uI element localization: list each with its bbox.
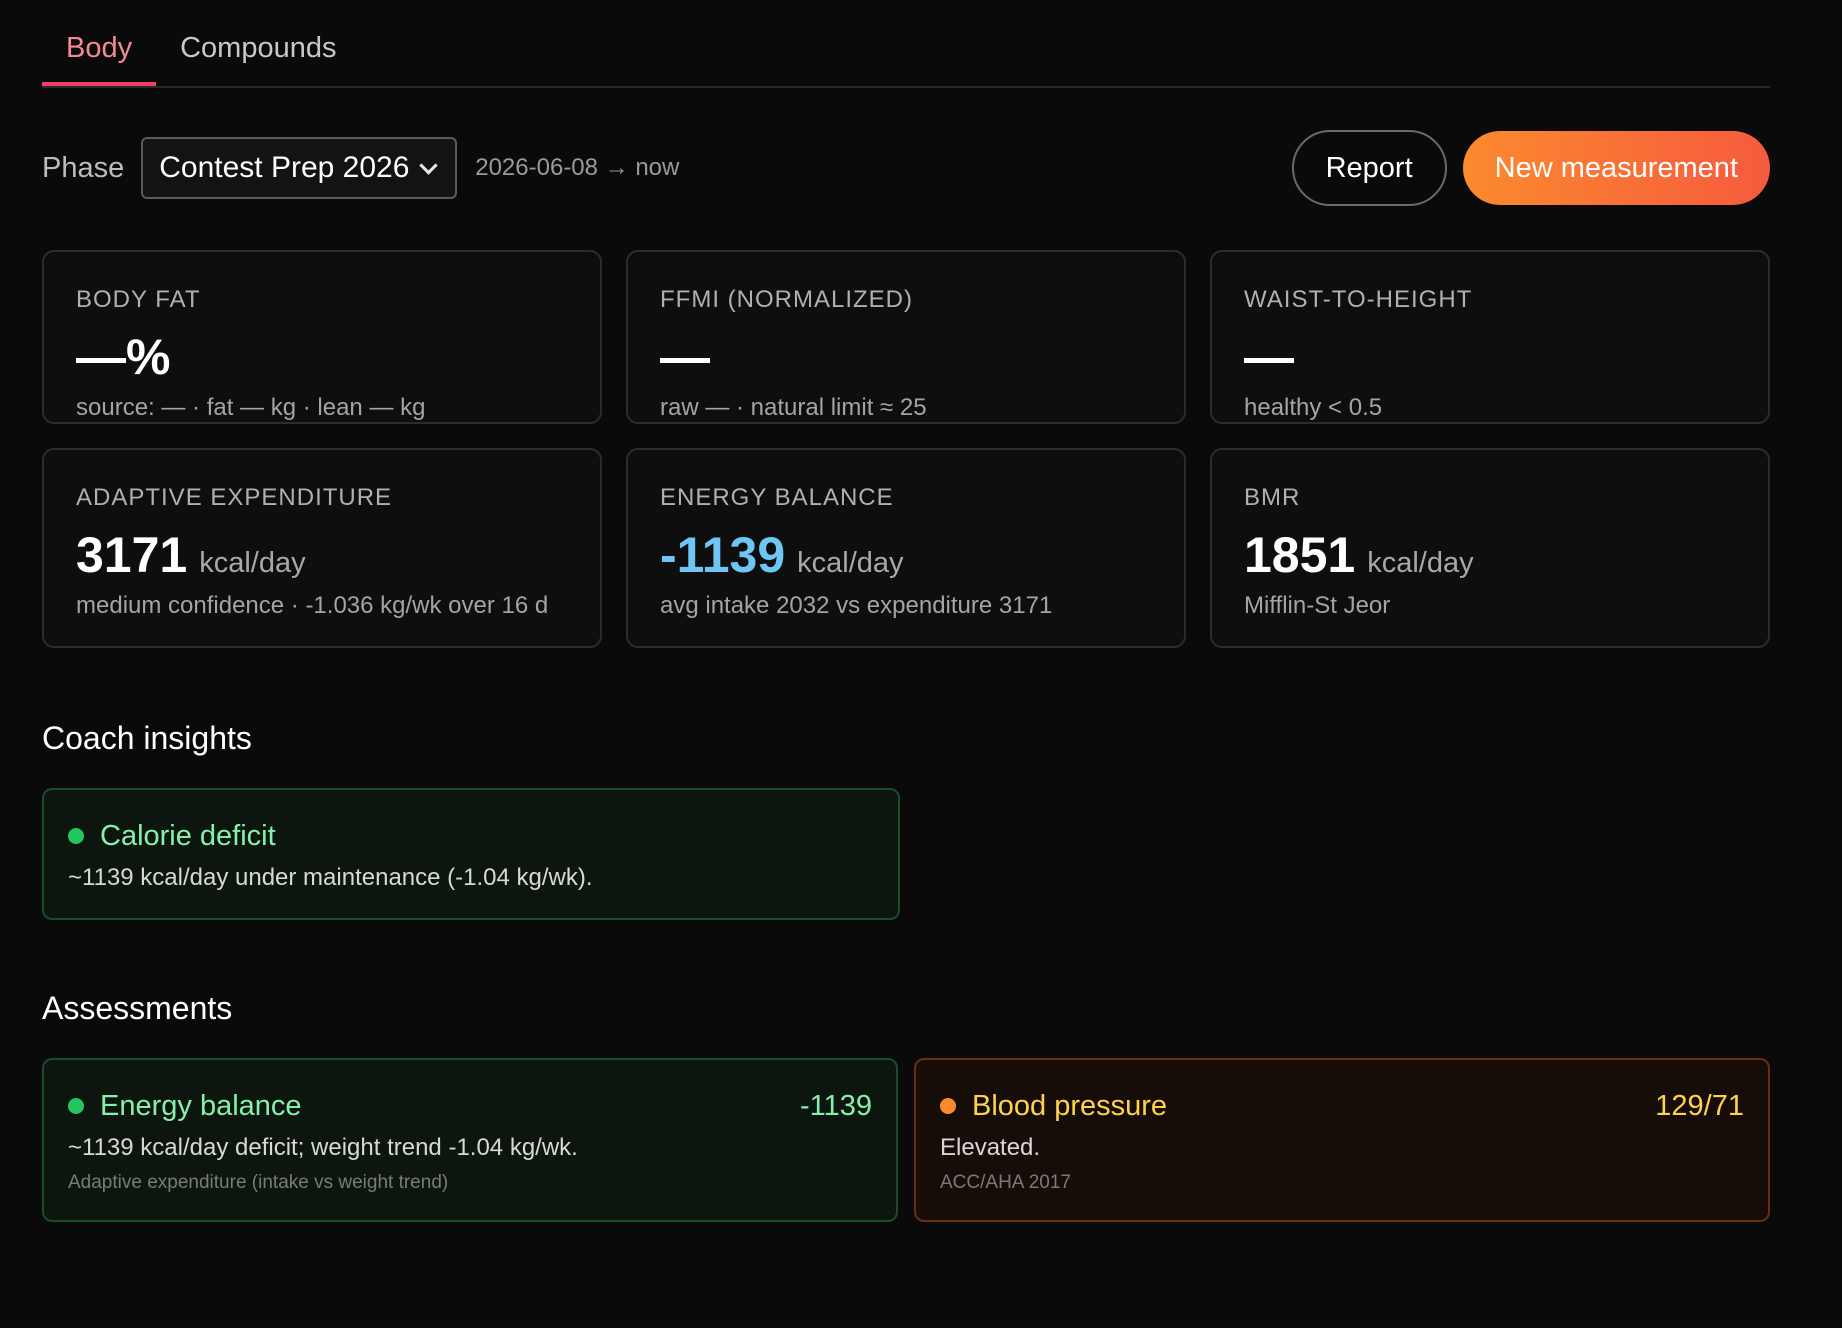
status-dot-icon: [68, 828, 84, 844]
metric-label: Waist-to-height: [1244, 286, 1473, 313]
metric-unit: kcal/day: [797, 547, 904, 579]
metric-label: BMR: [1244, 484, 1301, 511]
assessment-value: 129/71: [1655, 1089, 1744, 1122]
metric-value-row: —: [660, 328, 1152, 385]
metric-subtext: avg intake 2032 vs expenditure 3171: [660, 592, 1053, 619]
insight-title: Calorie deficit: [100, 819, 276, 852]
metric-card-body-fat: Body fat —% source: — · fat — kg · lean …: [42, 250, 602, 424]
metric-value: 1851: [1244, 527, 1356, 583]
body-tab-page: Body Compounds Phase Contest Prep 2026 2…: [0, 0, 1842, 1328]
metric-unit: kcal/day: [1367, 547, 1474, 579]
insight-text: ~1139 kcal/day under maintenance (-1.04 …: [68, 864, 593, 891]
assessment-text: ~1139 kcal/day deficit; weight trend -1.…: [68, 1134, 578, 1161]
metric-subtext: source: — · fat — kg · lean — kg: [76, 394, 426, 421]
metrics-grid: Body fat —% source: — · fat — kg · lean …: [42, 250, 1770, 648]
metric-value: -1139: [660, 527, 786, 583]
assessments-row: Energy balance -1139 ~1139 kcal/day defi…: [42, 1058, 1770, 1222]
assessment-card-blood-pressure: Blood pressure 129/71 Elevated. ACC/AHA …: [914, 1058, 1770, 1222]
insight-header: Calorie deficit: [68, 816, 874, 856]
metric-unit: kcal/day: [199, 547, 306, 579]
assessments-heading: Assessments: [42, 990, 233, 1026]
metric-label: FFMI (normalized): [660, 286, 913, 313]
status-dot-icon: [68, 1098, 84, 1114]
metric-label: Energy balance: [660, 484, 894, 511]
metric-card-adaptive-expenditure: Adaptive expenditure 3171 kcal/day mediu…: [42, 448, 602, 648]
assessment-title: Blood pressure: [972, 1089, 1168, 1122]
insight-card-calorie-deficit: Calorie deficit ~1139 kcal/day under mai…: [42, 788, 900, 920]
metric-card-energy-balance: Energy balance -1139 kcal/day avg intake…: [626, 448, 1186, 648]
assessment-header: Energy balance -1139: [68, 1086, 872, 1126]
metric-subtext: medium confidence · -1.036 kg/wk over 16…: [76, 592, 549, 619]
metric-label: Body fat: [76, 286, 201, 313]
status-dot-icon: [940, 1098, 956, 1114]
metric-value: —: [1244, 329, 1294, 385]
assessment-title: Energy balance: [100, 1089, 302, 1122]
tab-body[interactable]: Body: [42, 30, 157, 86]
metric-value-row: 3171 kcal/day: [76, 526, 568, 583]
coach-insights-heading: Coach insights: [42, 720, 252, 756]
phase-label: Phase: [42, 151, 125, 184]
metric-value-row: —: [1244, 328, 1736, 385]
metric-card-ffmi: FFMI (normalized) — raw — · natural limi…: [626, 250, 1186, 424]
phase-date-range: 2026-06-08 → now: [475, 154, 680, 181]
assessment-card-energy-balance: Energy balance -1139 ~1139 kcal/day defi…: [42, 1058, 898, 1222]
assessment-text: Elevated.: [940, 1134, 1041, 1161]
assessment-header: Blood pressure 129/71: [940, 1086, 1744, 1126]
phase-toolbar: Phase Contest Prep 2026 2026-06-08 → now…: [42, 126, 1770, 210]
tab-bar: Body Compounds: [42, 0, 1770, 88]
new-measurement-button[interactable]: New measurement: [1462, 131, 1770, 205]
metric-value: —: [660, 329, 710, 385]
metric-subtext: healthy < 0.5: [1244, 394, 1383, 421]
assessment-source: Adaptive expenditure (intake vs weight t…: [68, 1172, 449, 1193]
content-container: Body Compounds Phase Contest Prep 2026 2…: [42, 0, 1770, 1222]
chevron-down-icon: [419, 155, 438, 175]
tab-compounds[interactable]: Compounds: [156, 30, 360, 86]
metric-value: —%: [76, 329, 171, 385]
metric-value: 3171: [76, 527, 188, 583]
assessment-value: -1139: [799, 1089, 872, 1122]
metric-label: Adaptive expenditure: [76, 484, 393, 511]
metric-value-row: 1851 kcal/day: [1244, 526, 1736, 583]
metric-subtext: raw — · natural limit ≈ 25: [660, 394, 927, 421]
assessment-source: ACC/AHA 2017: [940, 1172, 1071, 1193]
metric-subtext: Mifflin-St Jeor: [1244, 592, 1391, 619]
metric-card-bmr: BMR 1851 kcal/day Mifflin-St Jeor: [1210, 448, 1770, 648]
report-button[interactable]: Report: [1291, 130, 1447, 206]
metric-card-waist-to-height: Waist-to-height — healthy < 0.5: [1210, 250, 1770, 424]
metric-value-row: —%: [76, 328, 568, 385]
metric-value-row: -1139 kcal/day: [660, 526, 1152, 583]
phase-select-value: Contest Prep 2026: [159, 151, 410, 184]
phase-select[interactable]: Contest Prep 2026: [141, 137, 458, 199]
